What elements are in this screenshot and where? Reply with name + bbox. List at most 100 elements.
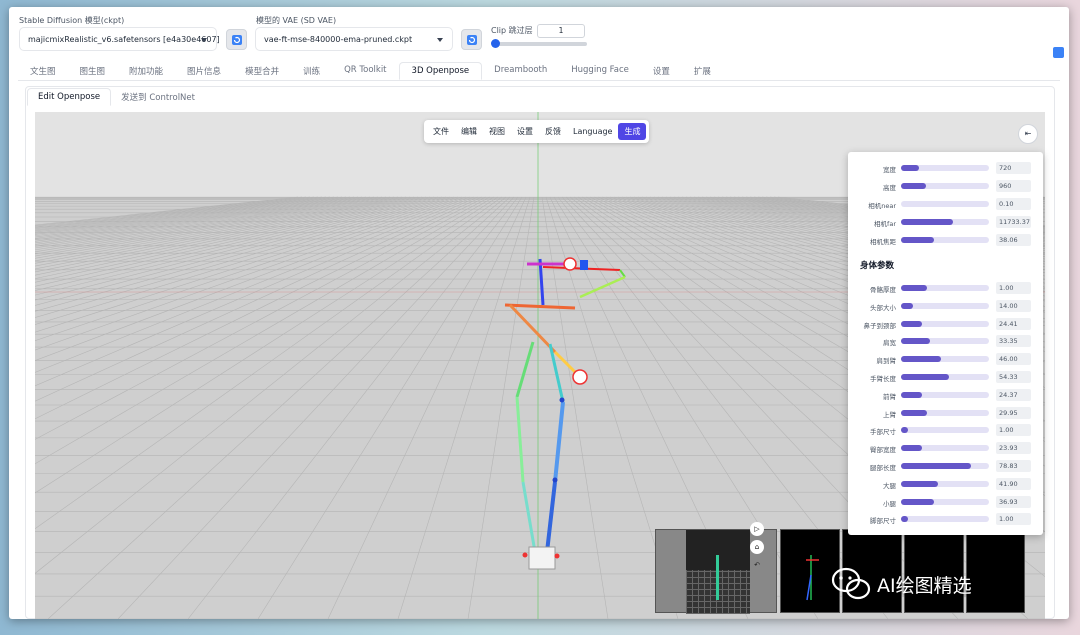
skeleton-right-shin[interactable] (553, 401, 565, 483)
param-value-input[interactable]: 1.00 (996, 513, 1031, 526)
param-value-input[interactable]: 36.93 (996, 495, 1031, 508)
clip-skip-input[interactable]: 1 (537, 24, 585, 38)
param-slider[interactable] (901, 237, 989, 243)
param-slider[interactable] (901, 427, 989, 434)
param-slider[interactable] (901, 498, 989, 505)
foot-joint[interactable] (554, 553, 560, 559)
menu-item-4[interactable]: 反馈 (539, 123, 567, 140)
tab-6[interactable]: QR Toolkit (332, 62, 398, 80)
param-slider[interactable] (901, 516, 989, 523)
menu-item-1[interactable]: 编辑 (455, 123, 483, 140)
param-slider[interactable] (901, 374, 989, 380)
tab-10[interactable]: 设置 (641, 62, 682, 80)
tab-3[interactable]: 图片信息 (175, 62, 233, 80)
vae-value: vae-ft-mse-840000-ema-pruned.ckpt (264, 35, 413, 44)
param-slider[interactable] (901, 219, 989, 225)
menu-item-3[interactable]: 设置 (511, 123, 539, 140)
feet-marker[interactable] (528, 546, 556, 570)
tab-9[interactable]: Hugging Face (559, 62, 641, 80)
main-tabs: 文生图 图生图 附加功能 图片信息 模型合并 训练 QR Toolkit 3D Openpos… (18, 62, 723, 80)
tab-7[interactable]: 3D Openpose (398, 62, 483, 80)
vae-dropdown[interactable]: vae-ft-mse-840000-ema-pruned.ckpt (255, 27, 453, 51)
skeleton-joint[interactable] (559, 397, 565, 403)
param-row: 高度 960 (848, 180, 1043, 192)
watermark-text: AI绘图精选 (877, 574, 972, 597)
clip-skip-slider[interactable] (495, 42, 587, 46)
skeleton-right-arm-lower[interactable] (619, 269, 626, 278)
param-value-input[interactable]: 38.06 (996, 234, 1031, 246)
param-value-input[interactable]: 54.33 (996, 371, 1031, 383)
skeleton-right-foot[interactable] (545, 481, 557, 553)
param-slider[interactable] (901, 391, 989, 398)
lock-icon[interactable]: ⌂ (750, 540, 764, 554)
tab-4[interactable]: 模型合并 (233, 62, 291, 80)
param-label: 相机near (868, 202, 896, 210)
refresh-icon (467, 35, 477, 45)
skeleton-left-foot[interactable] (521, 481, 537, 553)
foot-joint[interactable] (522, 552, 528, 558)
param-value-input[interactable]: 0.10 (996, 198, 1031, 210)
param-slider[interactable] (901, 356, 989, 363)
play-icon[interactable]: ▷ (750, 522, 764, 536)
param-slider[interactable] (901, 183, 989, 189)
menu-item-6[interactable]: 生成 (618, 123, 647, 140)
head-marker[interactable] (580, 260, 588, 270)
thumbnail-canny[interactable] (966, 529, 1025, 613)
app-window: Stable Diffusion 模型(ckpt) majicmixRealis… (9, 7, 1069, 619)
param-value-input[interactable]: 24.41 (996, 317, 1031, 330)
skeleton-left-shin[interactable] (515, 396, 525, 483)
clip-skip-slider-handle[interactable] (491, 39, 500, 48)
param-value-input[interactable]: 33.35 (996, 335, 1031, 348)
collapse-panel-button[interactable]: ⇤ (1018, 124, 1038, 144)
param-value-input[interactable]: 11733.37 (996, 216, 1031, 228)
param-value-input[interactable]: 1.00 (996, 424, 1031, 437)
param-value-input[interactable]: 24.37 (996, 388, 1031, 401)
refresh-model-button[interactable] (226, 29, 247, 50)
param-slider[interactable] (901, 302, 989, 309)
skeleton-spine[interactable] (538, 258, 545, 306)
tab-8[interactable]: Dreambooth (482, 62, 559, 80)
refresh-vae-button[interactable] (461, 29, 482, 50)
left-hand-marker[interactable] (572, 369, 588, 385)
tab-2[interactable]: 附加功能 (117, 62, 175, 80)
param-slider-fill (901, 165, 919, 171)
param-value-input[interactable]: 41.90 (996, 477, 1031, 490)
skeleton-right-forearm[interactable] (579, 275, 626, 299)
param-label: 小腿 (883, 499, 896, 508)
param-value-input[interactable]: 23.93 (996, 442, 1031, 455)
param-slider[interactable] (901, 463, 989, 469)
param-slider[interactable] (901, 445, 989, 452)
subtab-0[interactable]: Edit Openpose (27, 88, 112, 106)
param-label: 肩宽 (883, 339, 896, 348)
param-slider[interactable] (901, 201, 989, 207)
tab-11[interactable]: 扩展 (682, 62, 723, 80)
param-slider[interactable] (901, 338, 989, 345)
param-value-input[interactable]: 46.00 (996, 353, 1031, 366)
param-value-input[interactable]: 14.00 (996, 299, 1031, 312)
param-value-input[interactable]: 720 (996, 162, 1031, 174)
param-slider[interactable] (901, 165, 989, 171)
skeleton-shoulder-line[interactable] (504, 303, 576, 310)
sd-model-dropdown[interactable]: majicmixRealistic_v6.safetensors [e4a30e… (19, 27, 220, 51)
right-hand-marker[interactable] (563, 257, 577, 271)
tab-0[interactable]: 文生图 (18, 62, 68, 80)
menu-item-5[interactable]: Language (567, 124, 618, 139)
param-row: 相机far 11733.37 (848, 216, 1043, 228)
tab-1[interactable]: 图生图 (68, 62, 118, 80)
param-value-input[interactable]: 1.00 (996, 282, 1031, 294)
menu-item-2[interactable]: 视图 (483, 123, 511, 140)
param-slider[interactable] (901, 480, 989, 487)
undo-icon[interactable]: ↶ (750, 558, 764, 572)
subtab-1[interactable]: 发送到 ControlNet (111, 88, 205, 106)
tab-5[interactable]: 训练 (291, 62, 332, 80)
menu-item-0[interactable]: 文件 (427, 123, 455, 140)
param-slider[interactable] (901, 285, 989, 291)
param-value-input[interactable]: 78.83 (996, 460, 1031, 472)
skeleton-joint[interactable] (552, 477, 558, 483)
param-value-input[interactable]: 29.95 (996, 406, 1031, 419)
param-value-input[interactable]: 960 (996, 180, 1031, 192)
param-slider[interactable] (901, 320, 989, 327)
skeleton-left-thigh[interactable] (515, 341, 535, 398)
param-slider[interactable] (901, 409, 989, 416)
wechat-icon[interactable] (1053, 47, 1064, 58)
